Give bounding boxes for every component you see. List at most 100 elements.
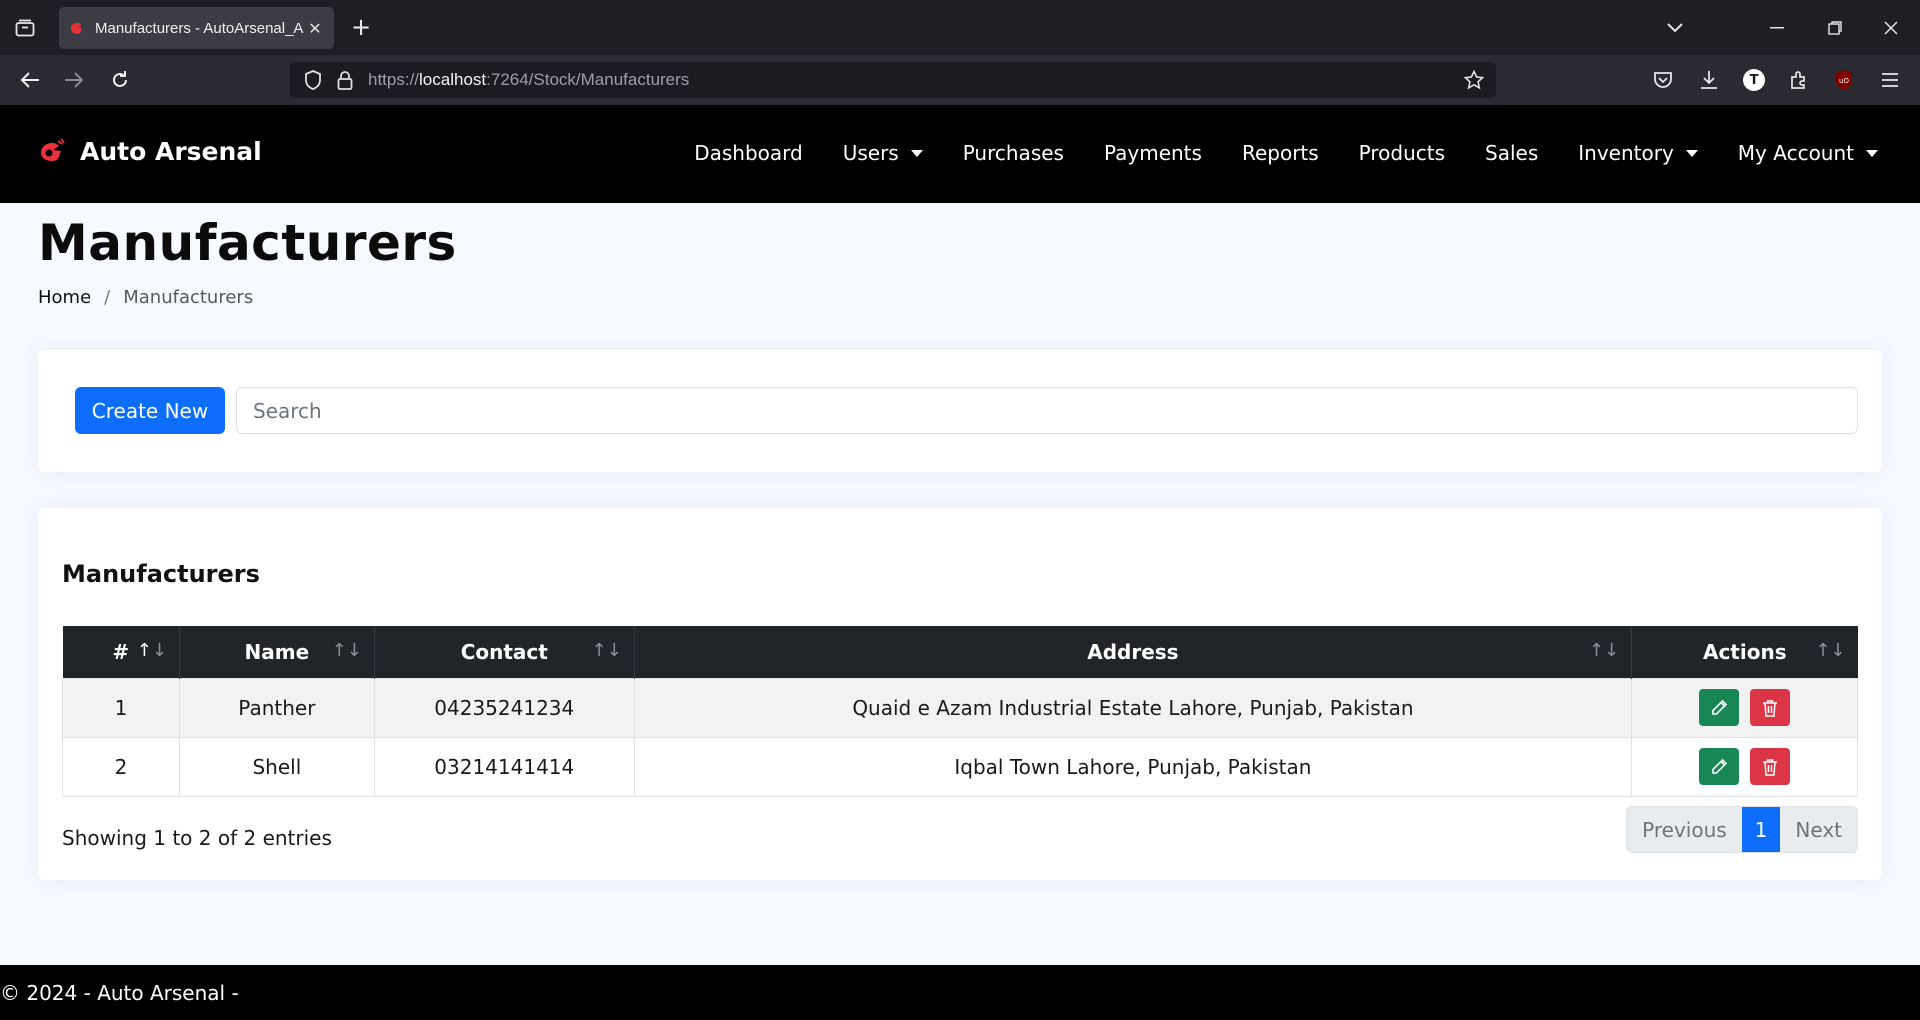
create-new-button[interactable]: Create New bbox=[75, 387, 225, 434]
svg-text:uO: uO bbox=[1839, 77, 1849, 85]
cell-number: 1 bbox=[62, 677, 180, 738]
col-contact-label: Contact bbox=[460, 639, 548, 664]
col-header-contact[interactable]: Contact ↑ ↓ bbox=[374, 626, 635, 678]
next-page-button[interactable]: Next bbox=[1780, 807, 1857, 852]
tab-title: Manufacturers - AutoArsenal_A bbox=[95, 19, 304, 37]
card-title: Manufacturers bbox=[62, 560, 260, 588]
pencil-icon bbox=[1712, 699, 1728, 715]
extensions-icon[interactable] bbox=[1786, 67, 1812, 93]
cell-address: Quaid e Azam Industrial Estate Lahore, P… bbox=[633, 677, 1633, 738]
url-text: https://localhost:7264/Stock/Manufacture… bbox=[368, 70, 1460, 90]
col-header-actions[interactable]: Actions ↑ ↓ bbox=[1631, 626, 1858, 678]
url-path: :7264/Stock/Manufacturers bbox=[486, 70, 690, 89]
cell-actions bbox=[1631, 677, 1858, 738]
downloads-icon[interactable] bbox=[1696, 67, 1722, 93]
col-header-address[interactable]: Address ↑ ↓ bbox=[634, 626, 1633, 678]
app-menu-icon[interactable] bbox=[1877, 67, 1903, 93]
window-close-icon[interactable] bbox=[1878, 15, 1904, 41]
footer-text: © 2024 - Auto Arsenal - bbox=[0, 980, 239, 1005]
nav-inventory[interactable]: Inventory bbox=[1578, 141, 1698, 165]
minimize-icon[interactable] bbox=[1764, 15, 1790, 41]
caret-down-icon bbox=[910, 149, 923, 157]
shield-icon[interactable] bbox=[300, 70, 326, 90]
search-input[interactable] bbox=[236, 387, 1858, 434]
edit-button[interactable] bbox=[1699, 748, 1740, 785]
caret-down-icon bbox=[1685, 149, 1698, 157]
nav-my-account-label: My Account bbox=[1737, 141, 1854, 165]
new-tab-icon[interactable]: + bbox=[348, 14, 374, 40]
app-header: Auto Arsenal Dashboard Users Purchases P… bbox=[0, 105, 1920, 203]
nav-my-account[interactable]: My Account bbox=[1738, 141, 1878, 165]
caret-down-icon bbox=[1866, 149, 1878, 157]
cell-number: 2 bbox=[62, 736, 180, 797]
browser-tab-bar: Manufacturers - AutoArsenal_A ✕ + bbox=[0, 0, 1920, 55]
favicon-icon bbox=[71, 23, 82, 34]
main-nav: Dashboard Users Purchases Payments Repor… bbox=[654, 141, 1878, 165]
previous-page-button[interactable]: Previous bbox=[1627, 807, 1742, 852]
table-header-row: # ↑ ↓ Name ↑ ↓ Contact ↑ ↓ Address ↑ ↓ Actions ↑ ↓ bbox=[62, 626, 1858, 678]
cell-contact: 03214141414 bbox=[373, 736, 635, 797]
url-scheme: https:// bbox=[368, 70, 420, 89]
brand-link[interactable]: Auto Arsenal bbox=[38, 137, 262, 166]
pocket-icon[interactable] bbox=[1650, 67, 1676, 93]
tab-close-icon[interactable]: ✕ bbox=[306, 19, 324, 38]
cell-address: Iqbal Town Lahore, Punjab, Pakistan bbox=[633, 736, 1633, 797]
nav-users[interactable]: Users bbox=[843, 141, 923, 165]
col-address-label: Address bbox=[1087, 639, 1179, 664]
reload-icon[interactable] bbox=[106, 66, 134, 94]
bookmark-star-icon[interactable] bbox=[1460, 70, 1488, 90]
nav-reports-label: Reports bbox=[1241, 141, 1319, 165]
nav-dashboard-label: Dashboard bbox=[694, 141, 803, 165]
col-number-label: # bbox=[112, 639, 130, 664]
col-header-name[interactable]: Name ↑ ↓ bbox=[179, 626, 375, 678]
breadcrumb-current: Manufacturers bbox=[123, 287, 254, 308]
nav-products[interactable]: Products bbox=[1359, 141, 1445, 165]
brand-logo-icon bbox=[41, 137, 65, 161]
page-1-button[interactable]: 1 bbox=[1741, 807, 1781, 852]
nav-users-label: Users bbox=[842, 141, 899, 165]
page-title: Manufacturers bbox=[38, 214, 457, 272]
forward-icon[interactable] bbox=[60, 66, 88, 94]
breadcrumb-separator: / bbox=[104, 287, 111, 308]
lock-icon[interactable] bbox=[332, 70, 358, 90]
nav-dashboard[interactable]: Dashboard bbox=[694, 141, 803, 165]
breadcrumb-home[interactable]: Home bbox=[38, 287, 91, 308]
nav-payments-label: Payments bbox=[1103, 141, 1202, 165]
address-bar[interactable]: https://localhost:7264/Stock/Manufacture… bbox=[290, 62, 1496, 98]
pencil-icon bbox=[1712, 758, 1728, 774]
col-actions-label: Actions bbox=[1702, 639, 1787, 664]
col-header-number[interactable]: # ↑ ↓ bbox=[62, 626, 180, 678]
nav-purchases-label: Purchases bbox=[962, 141, 1064, 165]
list-all-tabs-icon[interactable] bbox=[1662, 15, 1688, 41]
table-row: 2 Shell 03214141414 Iqbal Town Lahore, P… bbox=[62, 736, 1858, 797]
nav-inventory-label: Inventory bbox=[1578, 141, 1674, 165]
col-name-label: Name bbox=[244, 639, 310, 664]
browser-tab-active[interactable]: Manufacturers - AutoArsenal_A ✕ bbox=[59, 7, 334, 49]
nav-sales[interactable]: Sales bbox=[1485, 141, 1538, 165]
table-row: 1 Panther 04235241234 Quaid e Azam Indus… bbox=[62, 677, 1858, 738]
ublock-icon[interactable]: uO bbox=[1831, 67, 1857, 93]
trash-icon bbox=[1762, 699, 1777, 717]
edit-button[interactable] bbox=[1699, 689, 1740, 726]
nav-purchases[interactable]: Purchases bbox=[963, 141, 1064, 165]
account-avatar-icon[interactable]: T bbox=[1741, 67, 1767, 93]
account-avatar-letter: T bbox=[1743, 69, 1765, 91]
nav-reports[interactable]: Reports bbox=[1242, 141, 1319, 165]
url-host: localhost bbox=[419, 70, 487, 89]
pagination: Previous 1 Next bbox=[1626, 806, 1858, 853]
sort-icon: ↑ ↓ bbox=[1815, 640, 1846, 661]
nav-payments[interactable]: Payments bbox=[1104, 141, 1202, 165]
toolbar-card: Create New bbox=[38, 350, 1882, 472]
delete-button[interactable] bbox=[1749, 748, 1790, 785]
trash-icon bbox=[1762, 758, 1777, 776]
back-icon[interactable] bbox=[16, 66, 44, 94]
footer: © 2024 - Auto Arsenal - bbox=[0, 965, 1920, 1020]
nav-sales-label: Sales bbox=[1485, 141, 1539, 165]
cell-actions bbox=[1631, 736, 1858, 797]
table-info: Showing 1 to 2 of 2 entries bbox=[62, 826, 332, 850]
cell-name: Panther bbox=[178, 677, 375, 738]
tab-list-icon[interactable] bbox=[12, 15, 38, 41]
restore-icon[interactable] bbox=[1822, 15, 1848, 41]
delete-button[interactable] bbox=[1749, 689, 1790, 726]
breadcrumb: Home / Manufacturers bbox=[38, 287, 253, 308]
